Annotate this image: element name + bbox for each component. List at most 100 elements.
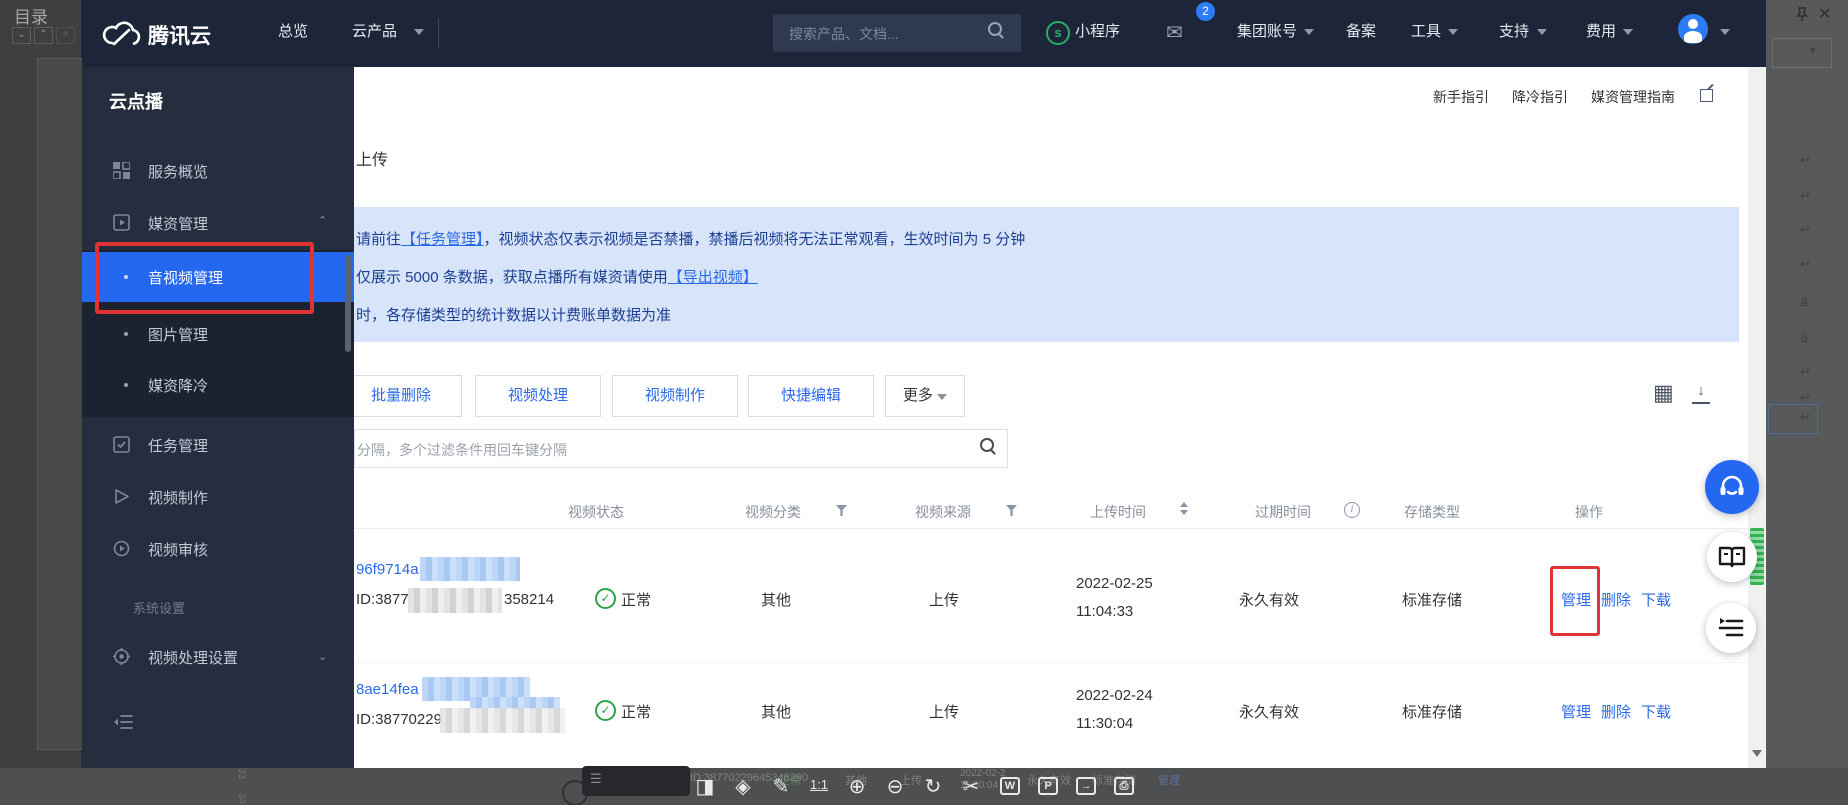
video-name-link[interactable]: 96f9714a [356,561,419,578]
media-collapse-icon[interactable]: ⌃ [318,214,327,227]
header-divider [354,528,1748,529]
source-cell: 上传 [929,589,959,610]
sidebar-section-system: 系统设置 [133,598,185,617]
paragraph-mark: ↵ [1800,409,1811,425]
status-text: 正常 [621,701,651,722]
expire-info-icon[interactable]: i [1344,502,1360,518]
video-produce-button[interactable]: 视频制作 [612,375,738,417]
link-task-management[interactable]: 【任务管理】 [401,231,484,248]
mail-icon[interactable]: ✉ [1166,20,1183,45]
sidebar-item-video-review[interactable]: 视频审核 [148,539,208,560]
link-media-guide[interactable]: 媒资管理指南 [1591,87,1675,107]
edit-image-icon[interactable]: ✎ [766,774,796,799]
sidebar-item-video-processing-settings[interactable]: 视频处理设置 [148,647,238,668]
sort-asc-icon[interactable] [1180,502,1188,507]
mini-program-icon: s [1046,21,1070,45]
zoom-out-icon[interactable]: ⊖ [880,774,910,799]
sidebar-item-task-management[interactable]: 任务管理 [148,435,208,456]
console-scrollbar[interactable] [1748,67,1766,768]
tab-upload[interactable]: 上传 [356,146,388,170]
nav-support[interactable]: 支持 [1499,22,1529,42]
sidebar-scrollbar-thumb[interactable] [345,255,351,352]
upload-date: 2022-02-24 [1076,687,1153,704]
toc-expand-button[interactable]: ⌃ [34,27,53,44]
convert-to-word-icon[interactable]: W [1000,777,1020,795]
card-view-icon[interactable]: ▦ [1653,380,1674,406]
bullet-icon [124,332,128,336]
nav-icp[interactable]: 备案 [1346,22,1376,42]
export-icon[interactable]: → [1076,777,1096,795]
nav-overview[interactable]: 总览 [278,22,308,42]
collapse-sidebar-icon[interactable] [113,714,133,730]
list-outline-icon [1718,617,1744,639]
support-caret-icon [1537,29,1547,35]
pill-menu-icon[interactable]: ☰ [590,771,602,787]
sort-desc-icon[interactable] [1180,510,1188,515]
ruler-number: 33 [236,768,247,779]
batch-delete-button[interactable]: 批量删除 [340,375,462,417]
link-beginner-guide[interactable]: 新手指引 [1433,87,1489,107]
crop-icon[interactable]: ✂ [956,774,986,799]
search-icon[interactable] [988,22,1002,36]
download-link[interactable]: 下载 [1641,589,1671,610]
link-export-video[interactable]: 【导出视频】 [668,269,758,286]
nav-divider [438,18,439,48]
download-list-icon[interactable]: ↓ [1692,382,1710,404]
customer-service-button[interactable] [1705,460,1759,514]
filter-search-icon[interactable] [980,438,994,452]
processing-expand-icon[interactable]: ⌄ [318,650,327,663]
ruler-number: 34 [236,793,247,804]
close-icon[interactable]: ✕ [1818,4,1831,24]
user-avatar[interactable] [1678,14,1708,44]
products-caret-icon [414,29,424,35]
paragraph-mark: ↵ [1800,188,1811,204]
sidebar-item-media-management[interactable]: 媒资管理 [148,213,208,234]
external-link-icon [1700,89,1713,102]
delete-link[interactable]: 删除 [1601,589,1631,610]
actual-size-icon[interactable]: 1:1 [804,777,834,792]
rotate-icon[interactable]: ↻ [918,774,948,799]
nav-products[interactable]: 云产品 [352,22,397,42]
review-cycle-icon [113,540,130,557]
convert-to-pdf-icon[interactable]: P [1038,777,1058,795]
avatar-caret-icon [1720,29,1730,35]
gear-icon [113,648,130,665]
storage-cell: 标准存储 [1402,589,1462,610]
pin-icon[interactable] [1794,6,1810,22]
toc-add-button[interactable]: + [56,27,75,44]
upload-date: 2022-02-25 [1076,575,1153,592]
sidebar-item-image-management[interactable]: 图片管理 [148,324,208,345]
sidebar-item-video-production[interactable]: 视频制作 [148,487,208,508]
expire-cell: 永久有效 [1239,589,1299,610]
download-link[interactable]: 下载 [1641,701,1671,722]
storage-cell: 标准存储 [1402,701,1462,722]
video-name-link[interactable]: 8ae14fea [356,681,419,698]
manage-link[interactable]: 管理 [1561,701,1591,722]
nav-billing[interactable]: 费用 [1586,22,1616,42]
toc-panel [37,58,82,750]
quick-edit-button[interactable]: 快捷编辑 [748,375,874,417]
nav-mini-program[interactable]: 小程序 [1075,22,1120,42]
print-icon[interactable]: ⎙ [1114,777,1134,795]
docs-button[interactable] [1707,532,1757,582]
more-button[interactable]: 更多 [885,375,965,417]
delete-link[interactable]: 删除 [1601,701,1631,722]
host-dropdown[interactable] [1772,38,1832,68]
video-process-button[interactable]: 视频处理 [475,375,601,417]
magic-erase-icon[interactable]: ◈ [728,774,758,799]
zoom-in-icon[interactable]: ⊕ [842,774,872,799]
sidebar-item-media-cooling[interactable]: 媒资降冷 [148,375,208,396]
col-video-source: 视频来源 [915,502,971,522]
split-view-icon[interactable]: ◨ [690,774,720,799]
billing-caret-icon [1623,29,1633,35]
tools-caret-icon [1448,29,1458,35]
nav-group-account[interactable]: 集团账号 [1237,22,1297,42]
scrollbar-down-arrow-icon[interactable] [1752,750,1762,757]
link-cooling-guide[interactable]: 降冷指引 [1512,87,1568,107]
feedback-button[interactable] [1706,603,1756,653]
sidebar-item-service-overview[interactable]: 服务概览 [148,161,208,182]
alert-line-1: 请前往【任务管理】，视频状态仅表示视频是否禁播，禁播后视频将无法正常观看，生效时… [356,228,1025,249]
paragraph-mark: ↵ [1800,222,1811,238]
toc-collapse-button[interactable]: ⌄ [12,27,31,44]
nav-tools[interactable]: 工具 [1411,22,1441,42]
